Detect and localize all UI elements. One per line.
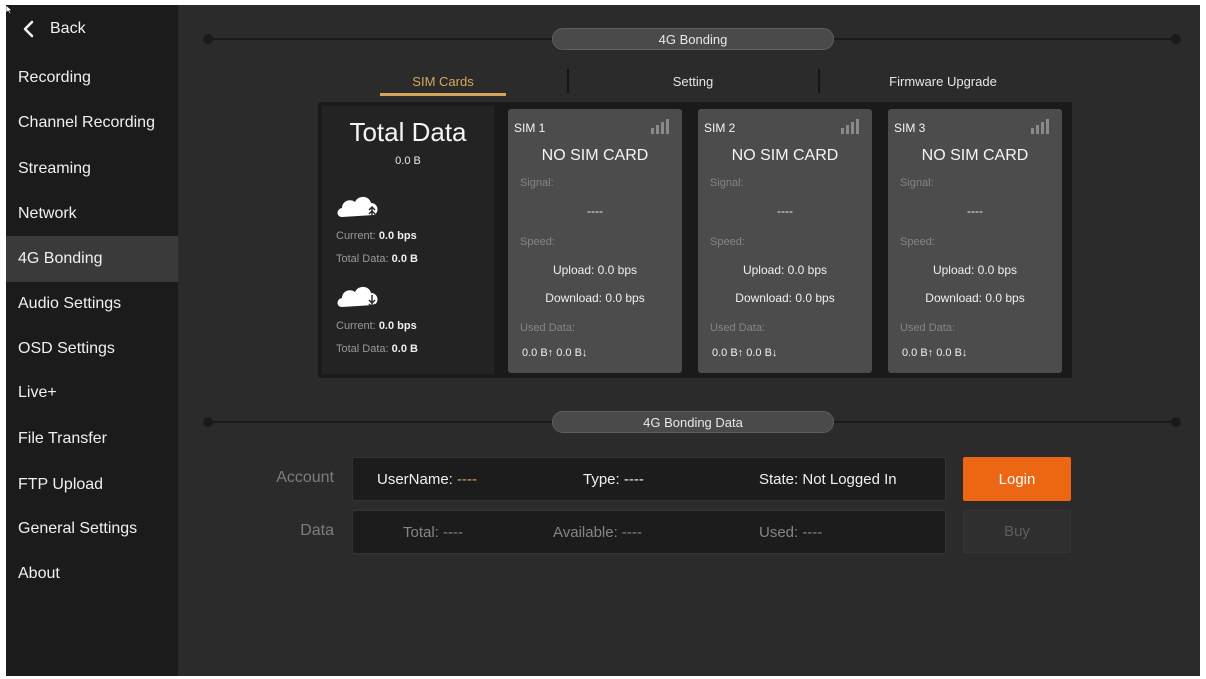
account-label: Account (276, 469, 334, 486)
used-data-value: 0.0 B↑ 0.0 B↓ (902, 347, 968, 359)
sim-status: NO SIM CARD (731, 147, 839, 164)
used-data-value: 0.0 B↑ 0.0 B↓ (522, 347, 588, 359)
sidebar-item-file-transfer[interactable]: File Transfer (6, 417, 178, 460)
back-label: Back (50, 20, 86, 37)
signal-bars-icon (651, 119, 669, 134)
tab-setting[interactable]: Setting (568, 70, 818, 94)
sim-card-2[interactable]: SIM 2 NO SIM CARD Signal: ---- Speed: Up… (698, 109, 872, 373)
download-current: Current: 0.0 bps (336, 320, 417, 332)
sidebar-item-osd-settings[interactable]: OSD Settings (6, 327, 178, 370)
upload-current: Current: 0.0 bps (336, 230, 417, 242)
sidebar-item-recording[interactable]: Recording (6, 56, 178, 99)
sim-name: SIM 1 (514, 121, 546, 135)
sidebar-item-channel-recording[interactable]: Channel Recording (6, 101, 178, 144)
data-field: Total: ---- Available: ---- Used: ---- (352, 510, 946, 554)
active-tab-indicator (380, 93, 506, 96)
sidebar-item-streaming[interactable]: Streaming (6, 147, 178, 190)
signal-label: Signal: (520, 177, 554, 189)
signal-value: ---- (967, 204, 983, 218)
sim-name: SIM 3 (894, 121, 926, 135)
signal-value: ---- (777, 204, 793, 218)
upload-total: Total Data: 0.0 B (336, 253, 418, 265)
username-value: ---- (457, 471, 478, 488)
speed-label: Speed: (710, 236, 745, 248)
app-window: Back Recording Channel Recording Streami… (6, 5, 1200, 676)
signal-value: ---- (587, 204, 603, 218)
data-label: Data (300, 522, 334, 539)
login-state: State: Not Logged In (759, 471, 897, 488)
signal-label: Signal: (900, 177, 934, 189)
tab-firmware-upgrade[interactable]: Firmware Upgrade (820, 70, 1066, 94)
used-data-label: Used Data: (900, 322, 956, 334)
section-title-pill: 4G Bonding (552, 28, 834, 50)
sidebar: Back Recording Channel Recording Streami… (6, 5, 178, 676)
sidebar-item-ftp-upload[interactable]: FTP Upload (6, 463, 178, 506)
upload-speed: Upload: 0.0 bps (932, 263, 1018, 277)
signal-label: Signal: (710, 177, 744, 189)
login-button[interactable]: Login (963, 457, 1071, 501)
sidebar-item-about[interactable]: About (6, 552, 178, 595)
sim-status: NO SIM CARD (541, 147, 649, 164)
speed-label: Speed: (900, 236, 935, 248)
tab-sim-cards[interactable]: SIM Cards (380, 70, 506, 94)
sidebar-item-general-settings[interactable]: General Settings (6, 507, 178, 550)
sidebar-item-network[interactable]: Network (6, 192, 178, 235)
data-available: Available: ---- (553, 524, 642, 541)
buy-button[interactable]: Buy (963, 510, 1071, 553)
sidebar-item-live-plus[interactable]: Live+ (6, 371, 178, 414)
sim-card-1[interactable]: SIM 1 NO SIM CARD Signal: ---- Speed: Up… (508, 109, 682, 373)
cloud-upload-icon (337, 196, 378, 218)
speed-label: Speed: (520, 236, 555, 248)
mouse-cursor-icon (6, 5, 13, 15)
sim-status: NO SIM CARD (921, 147, 1029, 164)
sidebar-item-audio-settings[interactable]: Audio Settings (6, 282, 178, 325)
account-field: UserName: ---- Type: ---- State: Not Log… (352, 457, 946, 501)
bonding-data-title-pill: 4G Bonding Data (552, 411, 834, 433)
sidebar-item-4g-bonding[interactable]: 4G Bonding (6, 236, 178, 282)
account-type: Type: ---- (583, 471, 644, 488)
cloud-download-icon (337, 286, 378, 308)
data-used: Used: ---- (759, 524, 823, 541)
download-speed: Download: 0.0 bps (735, 291, 835, 305)
signal-bars-icon (1031, 119, 1049, 134)
upload-speed: Upload: 0.0 bps (742, 263, 828, 277)
back-button[interactable]: Back (6, 5, 178, 53)
total-data-title: Total Data (349, 117, 467, 147)
upload-speed: Upload: 0.0 bps (552, 263, 638, 277)
used-data-label: Used Data: (710, 322, 766, 334)
signal-bars-icon (841, 119, 859, 134)
used-data-label: Used Data: (520, 322, 576, 334)
back-chevron-icon (6, 20, 50, 38)
download-speed: Download: 0.0 bps (545, 291, 645, 305)
total-data-value: 0.0 B (395, 155, 421, 167)
username: UserName: ---- (377, 471, 478, 488)
used-data-value: 0.0 B↑ 0.0 B↓ (712, 347, 778, 359)
download-speed: Download: 0.0 bps (925, 291, 1025, 305)
download-total: Total Data: 0.0 B (336, 343, 418, 355)
sim-name: SIM 2 (704, 121, 736, 135)
sim-card-3[interactable]: SIM 3 NO SIM CARD Signal: ---- Speed: Up… (888, 109, 1062, 373)
data-total: Total: ---- (403, 524, 463, 541)
